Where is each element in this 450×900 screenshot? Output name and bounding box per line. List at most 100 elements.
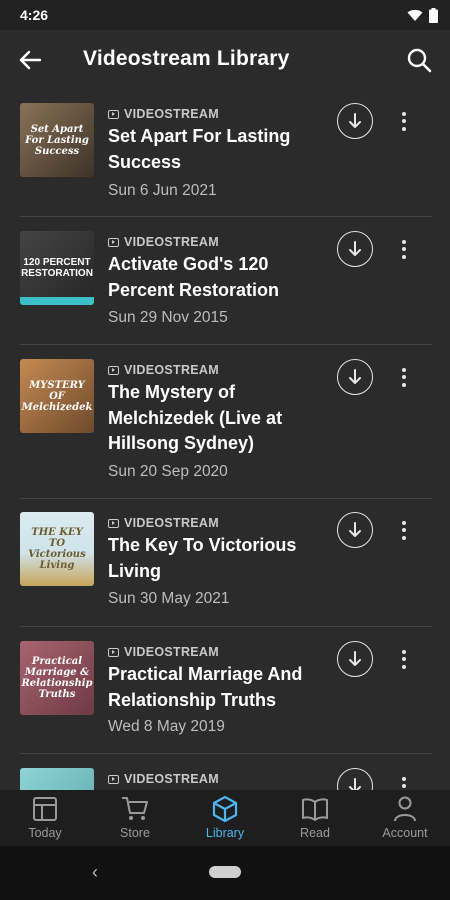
list-item[interactable]: THE KEY TO Victorious Living VIDEOSTREAM… xyxy=(0,499,450,627)
more-vert-icon xyxy=(402,367,406,372)
nav-label: Library xyxy=(205,826,245,840)
system-back-icon[interactable]: ‹ xyxy=(92,862,98,883)
system-home-handle[interactable] xyxy=(209,866,241,878)
box-icon xyxy=(211,795,239,823)
item-date: Sun 30 May 2021 xyxy=(108,590,230,607)
arrow-back-icon xyxy=(19,50,41,70)
item-title: Practical Marriage And Relationship Trut… xyxy=(108,664,303,710)
item-date: Sun 20 Sep 2020 xyxy=(108,463,228,480)
video-icon xyxy=(108,518,119,528)
cart-icon xyxy=(121,796,149,822)
thumbnail-text: MYSTERY OF Melchizedek xyxy=(21,379,93,413)
more-button[interactable] xyxy=(394,235,414,263)
download-button[interactable] xyxy=(337,103,373,139)
library-list: Set Apart For Lasting Success VIDEOSTREA… xyxy=(0,90,450,790)
item-title: The Mystery of Melchizedek (Live at Hill… xyxy=(108,382,283,453)
video-icon xyxy=(108,774,119,784)
category-text: VIDEOSTREAM xyxy=(124,645,219,659)
download-icon xyxy=(349,778,361,790)
item-date: Sun 29 Nov 2015 xyxy=(108,309,228,326)
nav-label: Account xyxy=(382,826,428,840)
more-button[interactable] xyxy=(394,645,414,673)
thumbnail-text: Practical Marriage & Relationship Truths xyxy=(21,656,93,700)
item-date: Wed 8 May 2019 xyxy=(108,718,225,735)
thumbnail-text: Set Apart For Lasting Success xyxy=(25,123,89,157)
list-item[interactable]: Set Apart For Lasting Success VIDEOSTREA… xyxy=(0,90,450,217)
category-label: VIDEOSTREAM xyxy=(108,645,219,659)
download-icon xyxy=(349,113,361,128)
nav-library[interactable]: Library xyxy=(180,790,270,846)
search-icon xyxy=(407,48,432,73)
more-button[interactable] xyxy=(394,363,414,391)
category-text: VIDEOSTREAM xyxy=(124,235,219,249)
video-icon xyxy=(108,109,119,119)
download-button[interactable] xyxy=(337,768,373,790)
back-button[interactable] xyxy=(16,46,44,74)
more-button[interactable] xyxy=(394,107,414,135)
battery-icon xyxy=(429,7,438,23)
thumbnail-text: 120 PERCENT RESTORATION xyxy=(21,257,93,279)
item-date: Sun 6 Jun 2021 xyxy=(108,182,217,199)
item-title: The Key To Victorious Living xyxy=(108,535,297,581)
download-button[interactable] xyxy=(337,231,373,267)
category-text: VIDEOSTREAM xyxy=(124,772,219,786)
nav-store[interactable]: Store xyxy=(90,790,180,846)
category-label: VIDEOSTREAM xyxy=(108,363,219,377)
item-title: Activate God's 120 Percent Restoration xyxy=(108,254,280,300)
nav-label: Read xyxy=(300,826,330,840)
nav-read[interactable]: Read xyxy=(270,790,360,846)
account-icon xyxy=(391,796,419,822)
thumbnail xyxy=(20,768,94,790)
item-title: Set Apart For Lasting Success xyxy=(108,126,291,172)
list-item[interactable]: MYSTERY OF Melchizedek VIDEOSTREAM The M… xyxy=(0,345,450,499)
bottom-nav: Today Store Library Read Account xyxy=(0,790,450,846)
thumbnail-text: THE KEY TO Victorious Living xyxy=(28,527,86,571)
nav-today[interactable]: Today xyxy=(0,790,90,846)
download-button[interactable] xyxy=(337,359,373,395)
nav-label: Store xyxy=(120,826,150,840)
nav-label: Today xyxy=(28,826,62,840)
category-label: VIDEOSTREAM xyxy=(108,772,219,786)
download-icon xyxy=(349,369,361,384)
download-icon xyxy=(349,241,361,256)
list-item[interactable]: VIDEOSTREAM xyxy=(0,754,450,790)
download-button[interactable] xyxy=(337,641,373,677)
list-item[interactable]: 120 PERCENT RESTORATION VIDEOSTREAM Acti… xyxy=(0,217,450,345)
status-bar: 4:26 xyxy=(0,0,450,30)
thumbnail: 120 PERCENT RESTORATION xyxy=(20,231,94,305)
system-nav-bar: ‹ xyxy=(0,846,450,900)
list-item[interactable]: Practical Marriage & Relationship Truths… xyxy=(0,627,450,754)
app-bar: Videostream Library xyxy=(0,30,450,90)
category-label: VIDEOSTREAM xyxy=(108,107,219,121)
thumbnail: THE KEY TO Victorious Living xyxy=(20,512,94,586)
nav-account[interactable]: Account xyxy=(360,790,450,846)
status-icons xyxy=(407,7,438,23)
download-icon xyxy=(349,522,361,537)
more-vert-icon xyxy=(402,776,406,781)
status-time: 4:26 xyxy=(20,7,49,23)
more-vert-icon xyxy=(402,111,406,116)
category-label: VIDEOSTREAM xyxy=(108,516,219,530)
thumbnail: Set Apart For Lasting Success xyxy=(20,103,94,177)
download-icon xyxy=(349,651,361,666)
today-icon xyxy=(31,796,59,822)
more-button[interactable] xyxy=(394,772,414,790)
category-text: VIDEOSTREAM xyxy=(124,107,219,121)
video-icon xyxy=(108,647,119,657)
download-button[interactable] xyxy=(337,512,373,548)
more-vert-icon xyxy=(402,520,406,525)
search-button[interactable] xyxy=(404,45,434,75)
category-label: VIDEOSTREAM xyxy=(108,235,219,249)
more-vert-icon xyxy=(402,239,406,244)
video-icon xyxy=(108,237,119,247)
more-button[interactable] xyxy=(394,516,414,544)
thumbnail: Practical Marriage & Relationship Truths xyxy=(20,641,94,715)
thumbnail: MYSTERY OF Melchizedek xyxy=(20,359,94,433)
video-icon xyxy=(108,365,119,375)
page-title: Videostream Library xyxy=(83,47,290,70)
thumbnail-band xyxy=(20,297,94,305)
more-vert-icon xyxy=(402,649,406,654)
book-icon xyxy=(301,796,329,822)
wifi-icon xyxy=(407,9,423,21)
category-text: VIDEOSTREAM xyxy=(124,516,219,530)
